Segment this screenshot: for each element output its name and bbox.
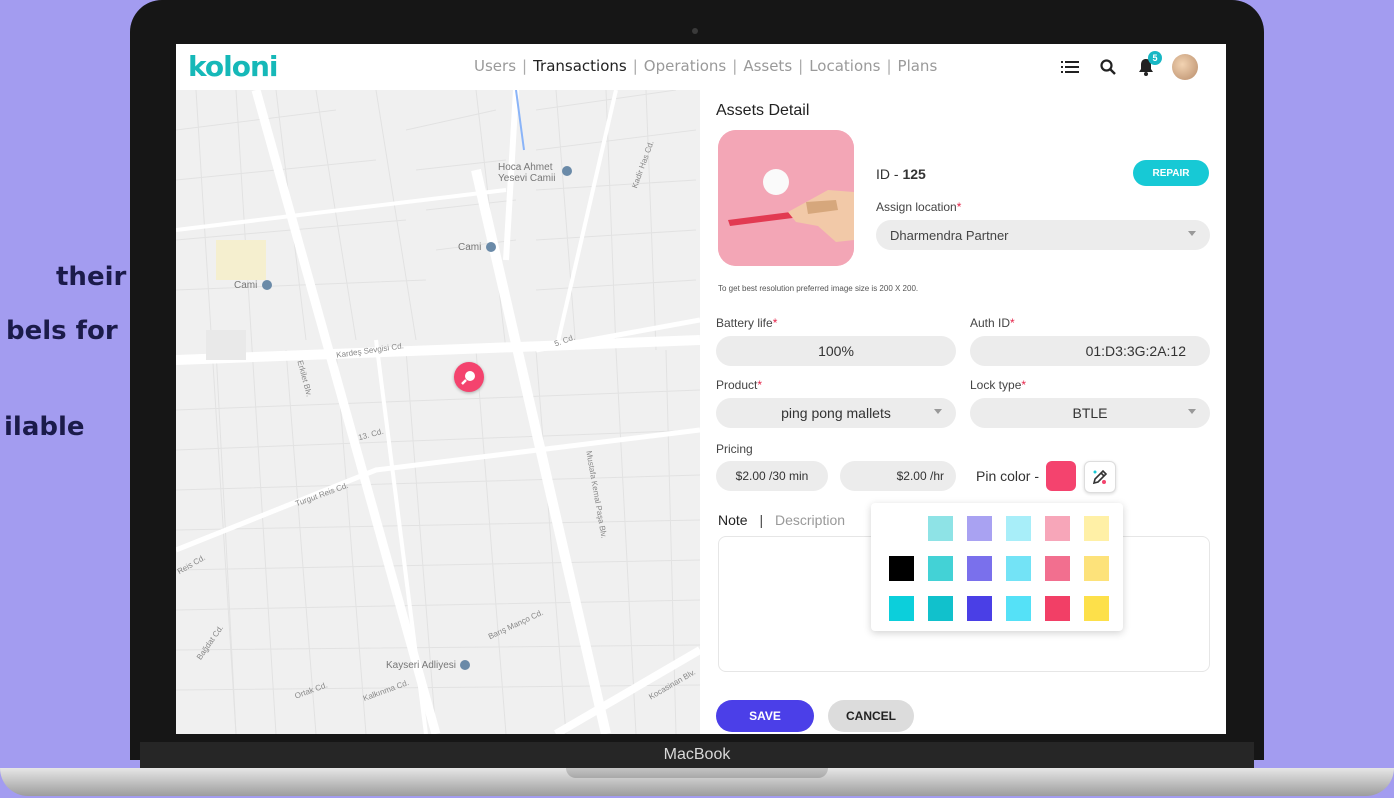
price-hour-field[interactable]: $2.00 /hr [840,461,956,491]
auth-id-field[interactable]: 01:D3:3G:2A:12 [970,336,1210,366]
color-option[interactable] [1045,596,1070,621]
map-poi-icon [562,166,572,176]
color-option[interactable] [1006,556,1031,581]
nav-plans[interactable]: Plans [898,57,938,75]
pricing-label: Pricing [716,442,753,456]
lock-type-label: Lock type* [970,378,1027,392]
asset-detail-panel: Assets Detail ID - 125 REPAIR Assign loc… [700,90,1226,734]
battery-label: Battery life* [716,316,778,330]
topbar-icons: 5 [1058,51,1198,80]
main-nav: Users | Transactions | Operations | Assets | Loc… [474,57,938,75]
chevron-down-icon [934,409,942,414]
nav-assets[interactable]: Assets [743,57,792,75]
color-picker-button[interactable] [1084,461,1116,493]
repair-button[interactable]: REPAIR [1133,160,1209,186]
color-option[interactable] [967,596,992,621]
color-option[interactable] [1006,516,1031,541]
image-size-hint: To get best resolution preferred image s… [718,284,919,293]
eyedropper-icon [1092,469,1108,485]
camera-icon [692,28,698,34]
chevron-down-icon [1188,409,1196,414]
koloni-logo[interactable]: koloni [188,50,278,83]
color-option[interactable] [1045,516,1070,541]
pin-color-swatch[interactable] [1046,461,1076,491]
background-text-3: ilable [4,412,85,442]
list-icon[interactable] [1058,55,1082,79]
map-poi-icon [486,242,496,252]
map-label-cami-1: Cami [458,242,482,253]
color-option[interactable] [928,596,953,621]
cancel-button[interactable]: CANCEL [828,700,914,732]
nav-locations[interactable]: Locations [809,57,880,75]
auth-id-label: Auth ID* [970,316,1015,330]
assign-location-label: Assign location* [876,200,962,214]
asset-image[interactable] [718,130,854,266]
laptop-chin: MacBook [140,742,1254,768]
background-text-2: bels for [6,316,118,346]
notification-badge: 5 [1148,51,1162,65]
color-option[interactable] [967,516,992,541]
page-title: Assets Detail [716,102,810,119]
nav-transactions[interactable]: Transactions [533,57,627,75]
map-pin[interactable] [454,362,484,392]
chevron-down-icon [1188,231,1196,236]
color-option[interactable] [1084,556,1109,581]
top-navigation-bar: koloni Users | Transactions | Operations | Ass… [176,44,1226,91]
color-option[interactable] [1045,556,1070,581]
color-option[interactable] [928,556,953,581]
tab-note[interactable]: Note [718,512,748,528]
lock-type-select[interactable]: BTLE [970,398,1210,428]
color-option[interactable] [889,556,914,581]
map-streets [176,90,700,734]
asset-id-value: 125 [902,166,926,182]
laptop-notch [566,768,828,778]
color-palette-popover [871,503,1123,631]
map-label-hoca: Hoca Ahmet Yesevi Camii [498,162,556,184]
avatar[interactable] [1172,54,1198,80]
note-description-tabs: Note | Description [718,512,846,528]
bell-icon[interactable]: 5 [1134,51,1162,79]
device-label: MacBook [663,746,731,763]
map-label-cami-2: Cami [234,280,258,291]
search-icon[interactable] [1096,55,1120,79]
battery-field[interactable]: 100% [716,336,956,366]
color-option[interactable] [967,556,992,581]
product-label: Product* [716,378,763,392]
ping-pong-icon [461,371,475,385]
map-view[interactable]: Hoca Ahmet Yesevi Camii Cami Cami Kardeş… [176,90,700,734]
price-30-min-field[interactable]: $2.00 /30 min [716,461,828,491]
color-option[interactable] [928,516,953,541]
assign-location-select[interactable]: Dharmendra Partner [876,220,1210,250]
asset-id: ID - 125 [876,166,926,182]
color-option[interactable] [1006,596,1031,621]
nav-operations[interactable]: Operations [644,57,726,75]
nav-users[interactable]: Users [474,57,516,75]
tab-description[interactable]: Description [775,512,845,528]
app-screen: koloni Users | Transactions | Operations | Ass… [176,44,1226,734]
background-text-1: their [56,262,127,292]
color-option[interactable] [1084,516,1109,541]
map-poi-icon [460,660,470,670]
color-option[interactable] [1084,596,1109,621]
color-option[interactable] [889,596,914,621]
save-button[interactable]: SAVE [716,700,814,732]
map-label-adliyesi: Kayseri Adliyesi [386,660,457,671]
product-select[interactable]: ping pong mallets [716,398,956,428]
pin-color-label: Pin color - [976,468,1040,484]
map-poi-icon [262,280,272,290]
